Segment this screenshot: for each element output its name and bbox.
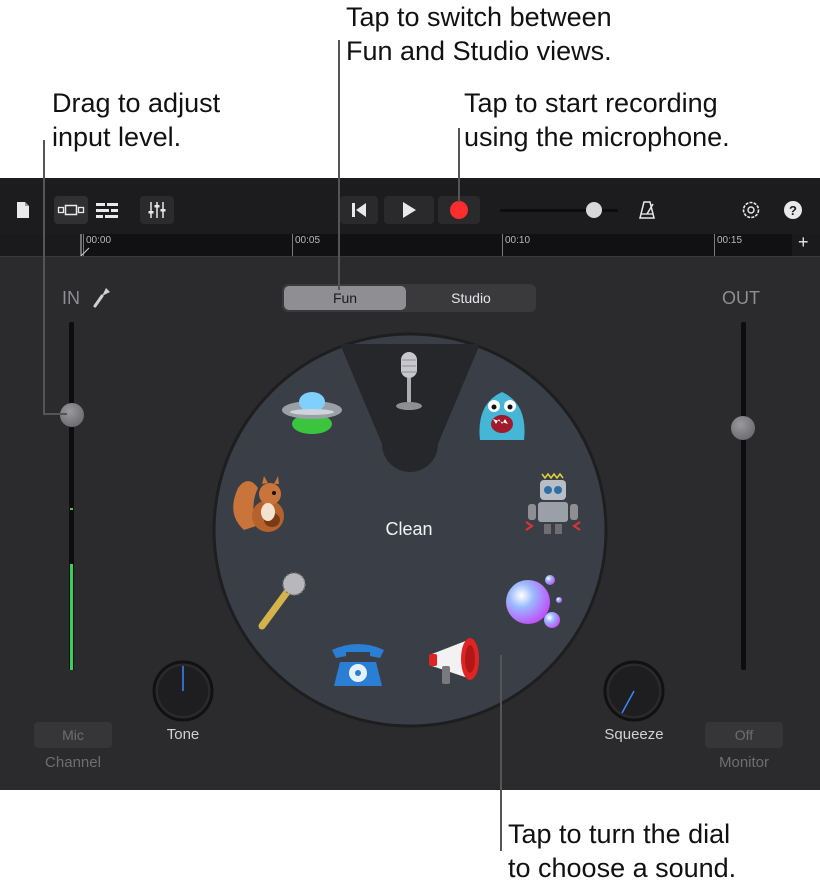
robot-icon[interactable] — [524, 470, 582, 536]
mixer-icon — [148, 202, 166, 218]
squeeze-knob[interactable] — [603, 660, 665, 722]
callout-view-switch: Tap to switch between Fun and Studio vie… — [346, 2, 612, 66]
view-button[interactable] — [54, 196, 88, 224]
add-section-button[interactable]: + — [798, 232, 809, 253]
input-meter-peak — [70, 508, 73, 510]
leader-input-level — [43, 140, 45, 414]
skip-back-icon — [352, 203, 366, 217]
ruler-track — [80, 234, 792, 256]
play-icon — [403, 202, 416, 218]
play-button[interactable] — [384, 196, 434, 224]
input-level-thumb[interactable] — [60, 403, 84, 427]
telephone-icon[interactable] — [328, 640, 388, 690]
master-volume-thumb[interactable] — [586, 202, 602, 218]
go-to-beginning-button[interactable] — [340, 196, 378, 224]
monster-icon[interactable] — [472, 384, 532, 444]
toolbar: ? — [0, 178, 820, 234]
output-level-thumb[interactable] — [731, 416, 755, 440]
auto-level-icon[interactable] — [92, 286, 112, 308]
current-sound-label: Clean — [385, 519, 433, 539]
channel-button[interactable]: Mic — [34, 722, 112, 748]
monitor-label: Monitor — [718, 754, 770, 771]
tone-label: Tone — [166, 726, 200, 743]
leader-dial — [500, 655, 502, 851]
tracks-icon — [96, 203, 118, 218]
tracks-view-button[interactable] — [92, 196, 122, 224]
metronome-button[interactable] — [634, 196, 660, 224]
callout-record: Tap to start recording using the microph… — [464, 88, 730, 152]
ruler-mark: 00:10 — [505, 235, 531, 246]
callout-input-level: Drag to adjust input level. — [52, 88, 221, 152]
studio-tab[interactable]: Studio — [410, 286, 532, 310]
ruler-mark: 00:15 — [717, 235, 743, 246]
handheld-mic-icon[interactable] — [254, 570, 308, 632]
record-icon — [450, 201, 468, 219]
leader-view-switch — [338, 40, 340, 290]
squeeze-label: Squeeze — [604, 726, 664, 743]
tone-knob[interactable] — [152, 660, 214, 722]
settings-button[interactable] — [738, 196, 764, 224]
monitor-button[interactable]: Off — [705, 722, 783, 748]
metronome-icon — [639, 201, 655, 219]
help-button[interactable]: ? — [782, 196, 804, 224]
output-label: OUT — [722, 288, 760, 308]
fun-tab[interactable]: Fun — [284, 286, 406, 310]
callout-dial: Tap to turn the dial to choose a sound. — [508, 819, 737, 883]
document-icon — [17, 202, 29, 218]
channel-label: Channel — [45, 754, 101, 771]
app-window: ? 00:00 00:05 00:10 00:15 + IN OUT Fun S… — [0, 178, 820, 790]
my-songs-button[interactable] — [12, 196, 34, 224]
view-icon — [57, 204, 85, 216]
megaphone-icon[interactable] — [428, 634, 492, 690]
output-level-track[interactable] — [741, 322, 746, 670]
ufo-icon[interactable] — [280, 386, 344, 438]
leader-record — [458, 128, 460, 202]
bubbles-icon[interactable] — [504, 572, 566, 630]
mixer-button[interactable] — [140, 196, 174, 224]
playhead-icon[interactable] — [80, 234, 90, 256]
microphone-icon[interactable] — [394, 350, 424, 412]
squirrel-icon[interactable] — [228, 474, 296, 536]
input-label: IN — [62, 288, 80, 308]
timeline-ruler[interactable]: 00:00 00:05 00:10 00:15 + — [0, 232, 820, 257]
gear-icon — [742, 201, 760, 219]
help-icon: ? — [784, 201, 802, 219]
input-level-meter — [70, 564, 73, 670]
ruler-mark: 00:05 — [295, 235, 321, 246]
leader-input-level-horizontal — [43, 413, 67, 415]
